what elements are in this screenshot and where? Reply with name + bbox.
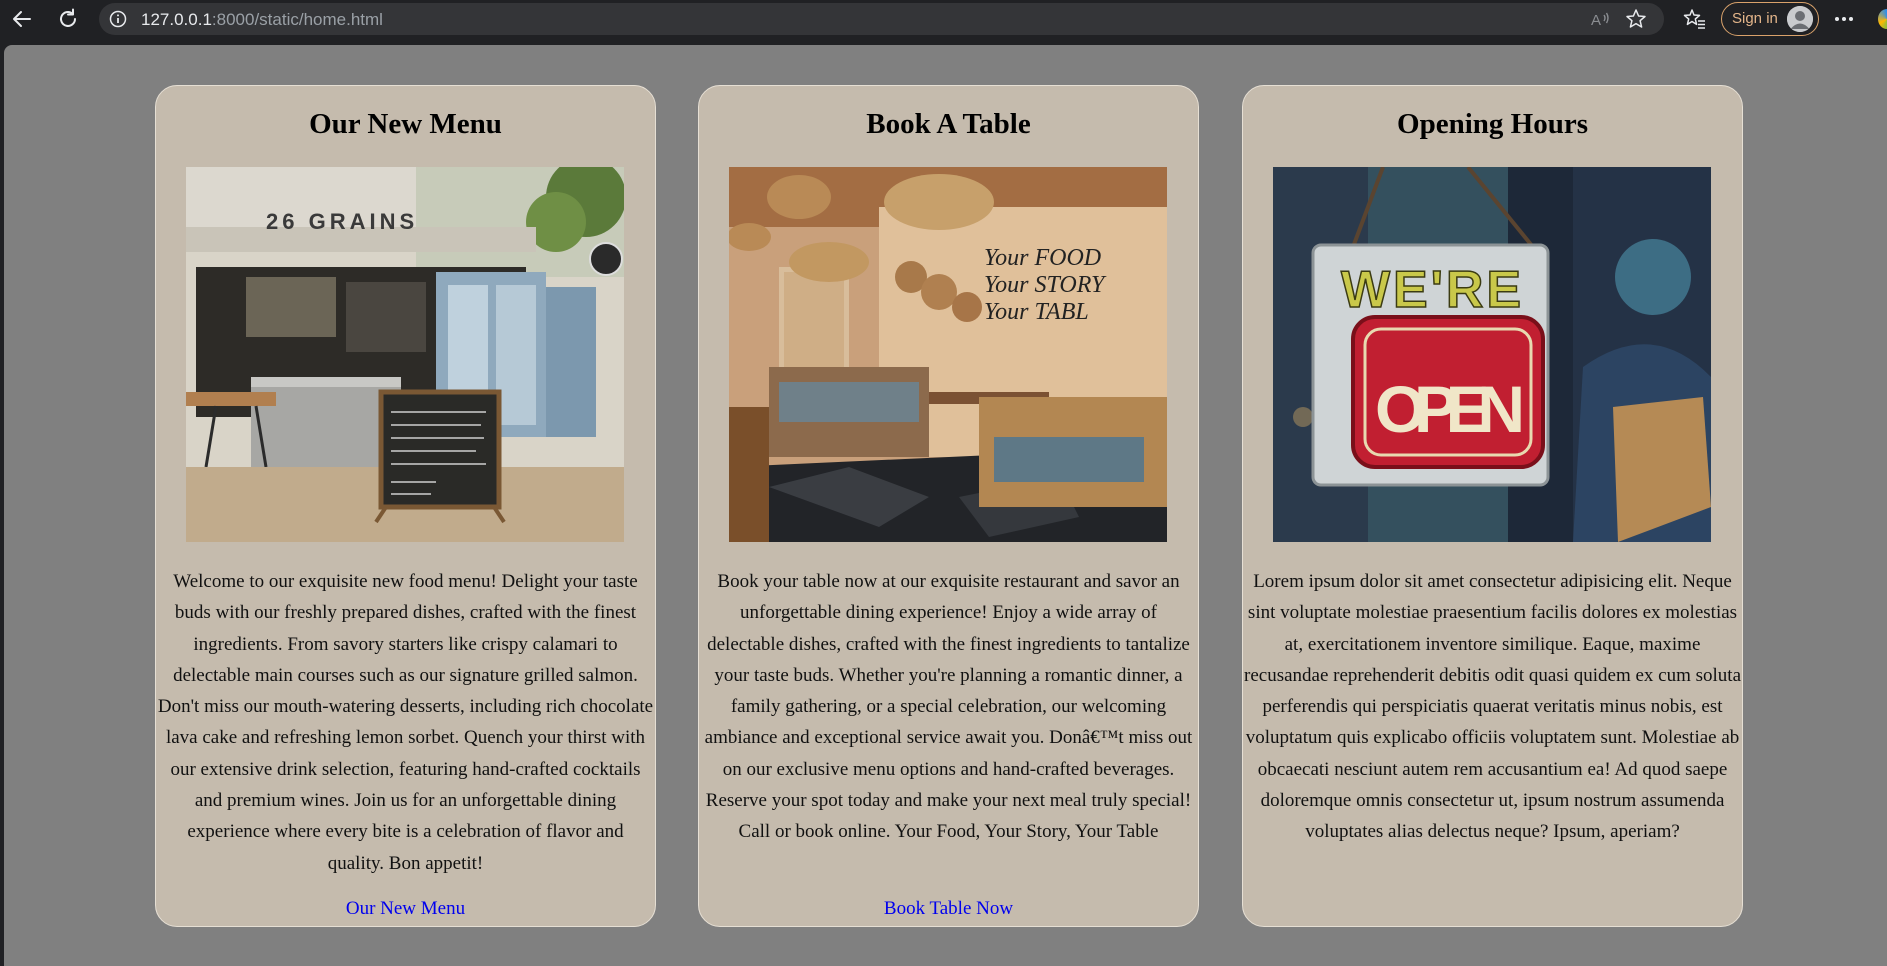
card-new-menu: Our New Menu 26 GRAINS Welcome to our ex… — [155, 85, 656, 927]
book-table-now-link[interactable]: Book Table Now — [699, 898, 1198, 920]
svg-text:OPEN: OPEN — [1375, 372, 1525, 446]
card-body-text: Lorem ipsum dolor sit amet consectetur a… — [1244, 571, 1742, 843]
address-bar[interactable]: 127.0.0.1:8000/static/home.html A — [99, 3, 1664, 35]
card-book-table: Book A Table Your FOOD Your STORY Your T… — [698, 85, 1199, 927]
card-title: Opening Hours — [1397, 108, 1588, 140]
browser-toolbar: 127.0.0.1:8000/static/home.html A Sign i… — [0, 0, 1887, 38]
sign-text: WE'RE — [1341, 261, 1521, 319]
favorite-star-icon[interactable] — [1624, 8, 1648, 30]
card-opening-hours: Opening Hours WE'RE OPEN Lorem ipsum dol… — [1242, 85, 1743, 927]
url-host: 127.0.0.1 — [141, 10, 212, 29]
avatar-icon — [1787, 6, 1813, 32]
card-body-text: Welcome to our exquisite new food menu! … — [157, 571, 654, 874]
favorites-icon[interactable] — [1681, 5, 1709, 33]
copilot-icon[interactable] — [1878, 9, 1887, 29]
url-text: 127.0.0.1:8000/static/home.html — [141, 10, 383, 30]
sign-in-button[interactable]: Sign in — [1721, 2, 1819, 36]
read-aloud-icon[interactable]: A — [1589, 8, 1613, 30]
refresh-icon[interactable] — [54, 5, 82, 33]
back-arrow-icon[interactable] — [8, 5, 36, 33]
card-body-text: Book your table now at our exquisite res… — [704, 571, 1193, 843]
card-title: Our New Menu — [309, 108, 502, 140]
site-info-icon[interactable] — [109, 10, 127, 28]
restaurant-interior-photo: Your FOOD Your STORY Your TABL — [729, 167, 1167, 542]
url-path: :8000/static/home.html — [211, 10, 383, 29]
sign-in-label: Sign in — [1732, 10, 1778, 27]
photo-wall-text: Your FOOD Your STORY Your TABL — [984, 245, 1107, 325]
page-viewport: Our New Menu 26 GRAINS Welcome to our ex… — [4, 45, 1887, 966]
open-sign-photo: WE'RE OPEN — [1273, 167, 1711, 542]
photo-sign-text: 26 GRAINS — [266, 209, 418, 234]
more-menu-icon[interactable] — [1830, 5, 1858, 33]
svg-text:A: A — [1591, 12, 1601, 29]
card-title: Book A Table — [866, 108, 1031, 140]
menu-photo: 26 GRAINS — [186, 167, 624, 542]
our-new-menu-link[interactable]: Our New Menu — [156, 898, 655, 920]
